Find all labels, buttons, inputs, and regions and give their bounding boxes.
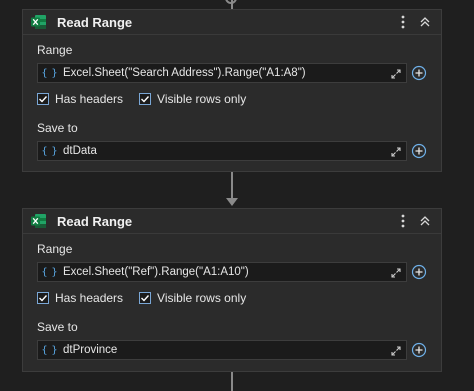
range-label: Range <box>37 242 73 256</box>
range-value: Excel.Sheet("Ref").Range("A1:A10") <box>63 266 249 278</box>
plus-circle-icon[interactable] <box>411 264 427 280</box>
expand-editor-icon[interactable] <box>390 344 402 356</box>
excel-icon <box>31 213 47 229</box>
variable-braces-icon: { } <box>41 344 57 356</box>
activity-title: Read Range <box>57 213 133 229</box>
connector-bottom <box>231 372 233 391</box>
visible-rows-label: Visible rows only <box>157 291 247 305</box>
visible-rows-label: Visible rows only <box>157 92 247 106</box>
has-headers-label: Has headers <box>55 291 124 305</box>
more-vertical-icon[interactable] <box>395 14 411 30</box>
save-to-label: Save to <box>37 320 78 334</box>
activity-header[interactable]: Read Range <box>23 209 441 234</box>
connector-arrow <box>226 198 238 206</box>
checkmark-icon[interactable] <box>37 292 49 304</box>
has-headers-checkbox[interactable]: Has headers <box>37 92 123 106</box>
save-to-value: dtData <box>63 145 97 157</box>
range-value: Excel.Sheet("Search Address").Range("A1:… <box>63 67 306 79</box>
connector-middle <box>231 172 233 198</box>
variable-braces-icon: { } <box>41 145 57 157</box>
expand-editor-icon[interactable] <box>390 145 402 157</box>
visible-rows-checkbox[interactable]: Visible rows only <box>139 92 246 106</box>
activity-title: Read Range <box>57 14 133 30</box>
activity-header[interactable]: Read Range <box>23 10 441 35</box>
has-headers-label: Has headers <box>55 92 124 106</box>
workflow-canvas: Read Range Range { } Excel.Sheet("Search… <box>0 0 474 391</box>
plus-circle-icon[interactable] <box>411 342 427 358</box>
collapse-icon[interactable] <box>417 14 433 30</box>
range-label: Range <box>37 43 73 57</box>
variable-braces-icon: { } <box>41 266 57 278</box>
checkmark-icon[interactable] <box>139 93 152 105</box>
more-vertical-icon[interactable] <box>395 213 411 229</box>
read-range-activity-1[interactable]: Read Range Range { } Excel.Sheet("Search… <box>22 9 442 172</box>
read-range-activity-2[interactable]: Read Range Range { } Excel.Sheet("Ref").… <box>22 208 442 372</box>
range-input[interactable]: { } Excel.Sheet("Search Address").Range(… <box>37 63 407 83</box>
excel-icon <box>31 14 47 30</box>
checkmark-icon[interactable] <box>37 93 49 105</box>
checkmark-icon[interactable] <box>139 292 152 304</box>
connector-top <box>231 0 233 9</box>
variable-braces-icon: { } <box>41 67 57 79</box>
has-headers-checkbox[interactable]: Has headers <box>37 291 123 305</box>
save-to-label: Save to <box>37 121 78 135</box>
collapse-icon[interactable] <box>417 213 433 229</box>
save-to-value: dtProvince <box>63 344 118 356</box>
expand-editor-icon[interactable] <box>390 266 402 278</box>
save-to-input[interactable]: { } dtData <box>37 141 407 161</box>
expand-editor-icon[interactable] <box>390 67 402 79</box>
plus-circle-icon[interactable] <box>411 65 427 81</box>
save-to-input[interactable]: { } dtProvince <box>37 340 407 360</box>
range-input[interactable]: { } Excel.Sheet("Ref").Range("A1:A10") <box>37 262 407 282</box>
visible-rows-checkbox[interactable]: Visible rows only <box>139 291 246 305</box>
plus-circle-icon[interactable] <box>411 143 427 159</box>
